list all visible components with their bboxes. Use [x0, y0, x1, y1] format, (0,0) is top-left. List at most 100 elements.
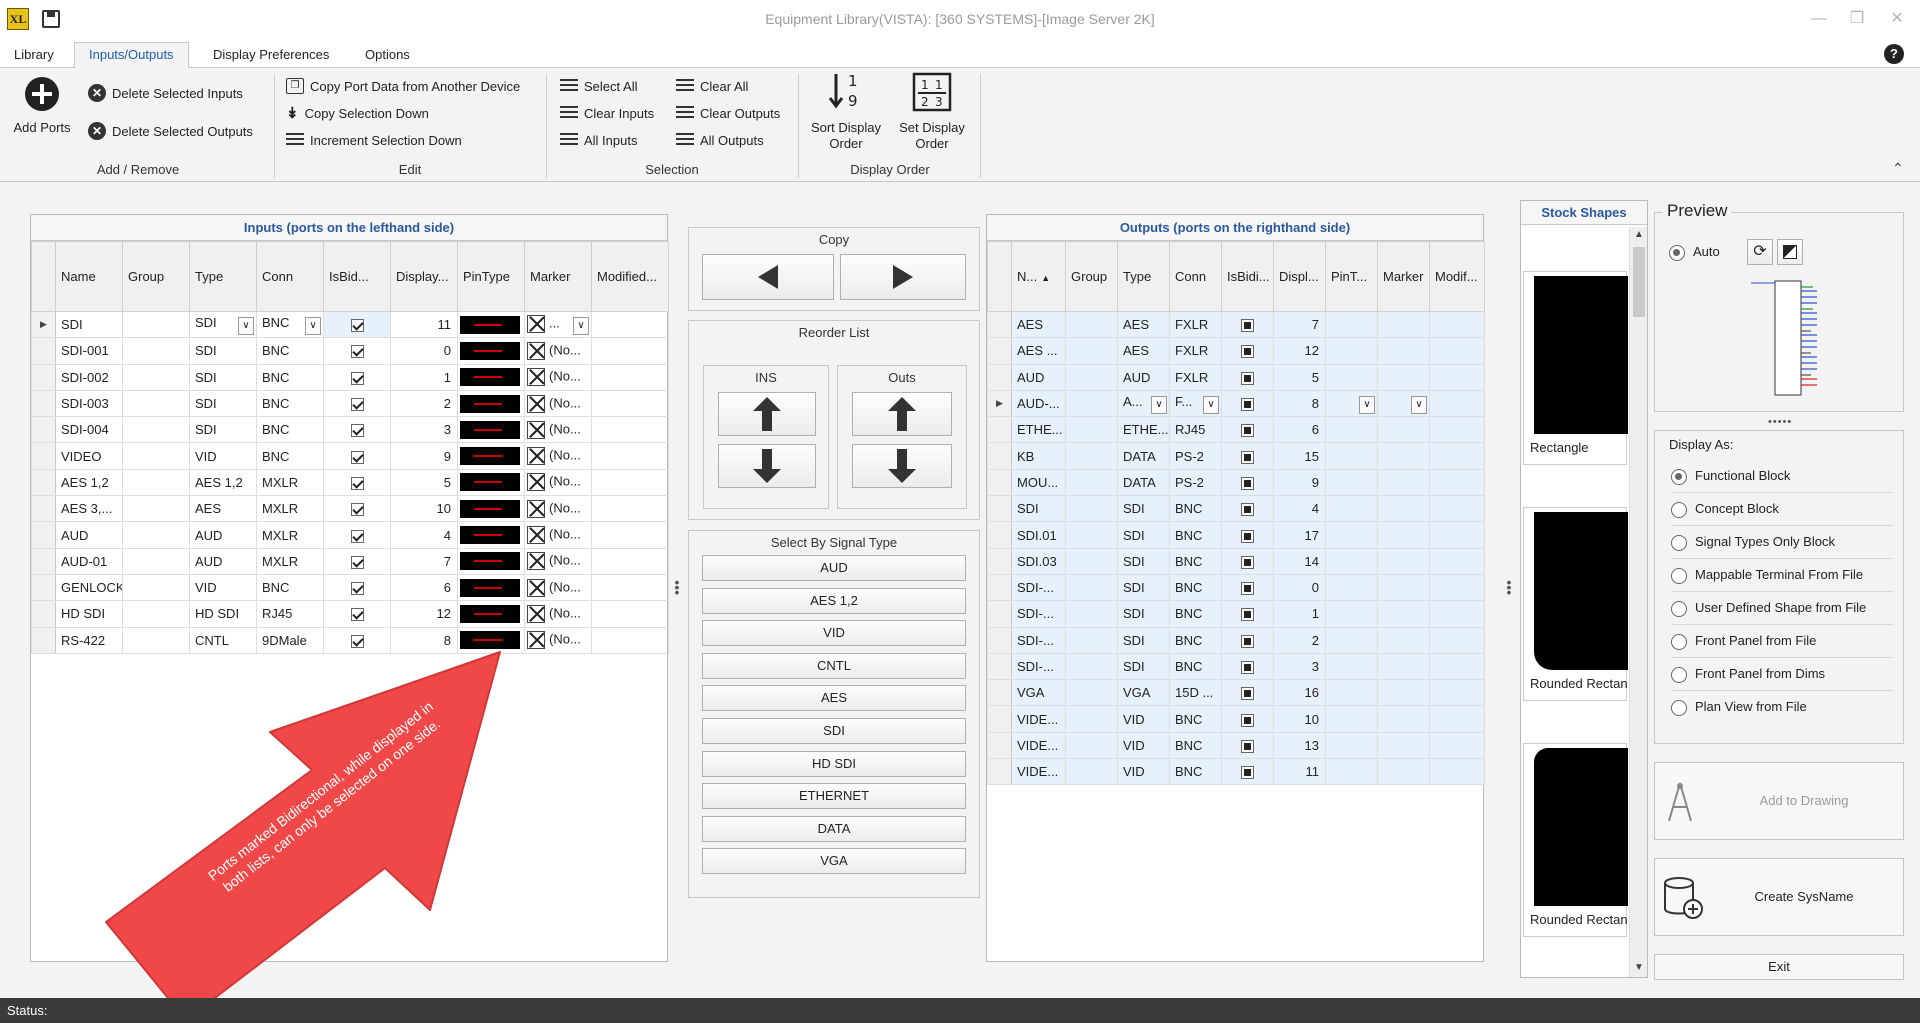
type-cell[interactable]: VID [189, 442, 257, 470]
bidirectional-cell[interactable] [1221, 679, 1274, 707]
row-header[interactable] [987, 547, 1012, 575]
copy-right-button[interactable] [840, 254, 966, 300]
row-header[interactable] [987, 758, 1012, 786]
tab-inputs-outputs[interactable]: Inputs/Outputs [74, 42, 189, 69]
chevron-down-icon[interactable]: ∨ [1203, 395, 1219, 414]
preview-splitter-icon[interactable]: ••••• [1768, 416, 1792, 428]
display-as-option[interactable]: Plan View from File [1671, 696, 1807, 718]
pintype-cell[interactable] [457, 337, 525, 365]
pintype-cell[interactable] [1325, 731, 1378, 760]
conn-cell[interactable]: BNC [1169, 573, 1222, 602]
type-cell[interactable]: SDI ∨ [189, 310, 257, 339]
bidirectional-cell[interactable] [1221, 652, 1274, 681]
marker-cell[interactable] [1377, 495, 1430, 523]
tab-display-preferences[interactable]: Display Preferences [199, 44, 343, 68]
port-name-cell[interactable]: MOU... [1011, 468, 1066, 497]
pintype-cell[interactable] [1325, 626, 1378, 654]
port-name-cell[interactable]: SDI-... [1011, 573, 1066, 602]
auto-radio[interactable]: Auto [1669, 241, 1720, 263]
exit-button[interactable]: Exit [1654, 954, 1904, 980]
display-order-cell[interactable]: 9 [1273, 468, 1326, 497]
display-order-cell[interactable]: 9 [390, 442, 458, 470]
pintype-cell[interactable] [1325, 495, 1378, 523]
modified-cell[interactable] [1429, 731, 1485, 760]
row-header[interactable] [987, 337, 1012, 365]
modified-cell[interactable] [1429, 310, 1485, 339]
group-cell[interactable] [122, 573, 190, 602]
marker-cell[interactable] [1377, 521, 1430, 549]
checkbox[interactable] [350, 476, 364, 490]
type-cell[interactable]: VID [189, 573, 257, 602]
bidirectional-cell[interactable] [1221, 468, 1274, 497]
help-icon[interactable]: ? [1884, 44, 1904, 64]
bidirectional-cell[interactable] [1221, 363, 1274, 391]
checkbox[interactable] [350, 371, 364, 385]
bidirectional-cell[interactable] [1221, 626, 1274, 654]
port-name-cell[interactable]: VIDE... [1011, 758, 1066, 786]
conn-cell[interactable]: BNC [1169, 600, 1222, 628]
chevron-down-icon[interactable]: ∨ [238, 316, 254, 335]
modified-cell[interactable] [1429, 547, 1485, 575]
all-inputs-button[interactable]: All Inputs [560, 129, 637, 151]
group-cell[interactable] [122, 495, 190, 523]
modified-cell[interactable] [591, 495, 669, 523]
copy-port-data-button[interactable]: ❐ Copy Port Data from Another Device [286, 75, 520, 97]
group-cell[interactable] [1065, 310, 1118, 339]
set-display-order-button[interactable]: 1123 Set Display Order [892, 72, 972, 152]
type-cell[interactable]: SDI [189, 416, 257, 444]
chevron-down-icon[interactable]: ∨ [305, 316, 321, 335]
conn-cell[interactable]: BNC [1169, 521, 1222, 549]
checkbox[interactable] [1241, 582, 1254, 596]
row-header[interactable] [31, 521, 56, 549]
pintype-cell[interactable] [1325, 442, 1378, 470]
table-row[interactable]: VIDE... VID BNC 11 [987, 758, 1485, 786]
pintype-cell[interactable] [457, 495, 525, 523]
conn-cell[interactable]: MXLR [256, 495, 324, 523]
group-cell[interactable] [1065, 626, 1118, 654]
marker-cell[interactable] [1377, 731, 1430, 760]
port-name-cell[interactable]: SDI.01 [1011, 521, 1066, 549]
add-ports-button[interactable]: Add Ports [8, 76, 76, 136]
pintype-cell[interactable] [457, 442, 525, 470]
table-row[interactable]: SDI-003 SDI BNC 2 (No... [31, 389, 669, 418]
table-row[interactable]: AES 3,... AES MXLR 10 (No... [31, 495, 669, 523]
group-cell[interactable] [122, 547, 190, 575]
checkbox[interactable] [350, 503, 364, 517]
port-name-cell[interactable]: AUD-... [1011, 389, 1066, 418]
port-name-cell[interactable]: AUD [1011, 363, 1066, 391]
conn-cell[interactable]: BNC [256, 363, 324, 391]
conn-cell[interactable]: BNC [256, 389, 324, 418]
conn-cell[interactable]: PS-2 [1169, 442, 1222, 470]
marker-cell[interactable]: (No... [524, 416, 592, 444]
column-header[interactable]: IsBid... [323, 241, 391, 312]
pintype-cell[interactable] [1325, 337, 1378, 365]
conn-cell[interactable]: MXLR [256, 468, 324, 497]
refresh-button[interactable]: ⟳ [1747, 239, 1773, 265]
display-order-cell[interactable]: 10 [1273, 705, 1326, 733]
conn-cell[interactable]: BNC [256, 573, 324, 602]
row-header[interactable] [31, 389, 56, 418]
checkbox[interactable] [1241, 319, 1254, 333]
pintype-cell[interactable] [1325, 363, 1378, 391]
bidirectional-cell[interactable] [323, 363, 391, 391]
column-header[interactable]: Conn [256, 241, 324, 312]
marker-cell[interactable] [1377, 337, 1430, 365]
table-row[interactable]: SDI-001 SDI BNC 0 (No... [31, 337, 669, 365]
marker-cell[interactable]: (No... [524, 495, 592, 523]
modified-cell[interactable] [591, 337, 669, 365]
select-all-button[interactable]: Select All [560, 75, 637, 97]
modified-cell[interactable] [1429, 495, 1485, 523]
scroll-up-icon[interactable]: ▲ [1634, 229, 1644, 240]
marker-cell[interactable]: (No... [524, 337, 592, 365]
delete-inputs-button[interactable]: ✕ Delete Selected Inputs [88, 82, 243, 104]
sort-display-order-button[interactable]: 19 Sort Display Order [806, 72, 886, 152]
modified-cell[interactable] [591, 547, 669, 575]
type-cell[interactable]: SDI [1117, 573, 1170, 602]
conn-cell[interactable]: BNC [1169, 495, 1222, 523]
column-header[interactable]: Display... [390, 241, 458, 312]
table-row[interactable]: AES AES FXLR 7 [987, 310, 1485, 339]
column-header[interactable]: Modif... [1429, 241, 1485, 312]
display-order-cell[interactable]: 15 [1273, 442, 1326, 470]
marker-cell[interactable]: (No... [524, 468, 592, 497]
port-name-cell[interactable]: AES [1011, 310, 1066, 339]
